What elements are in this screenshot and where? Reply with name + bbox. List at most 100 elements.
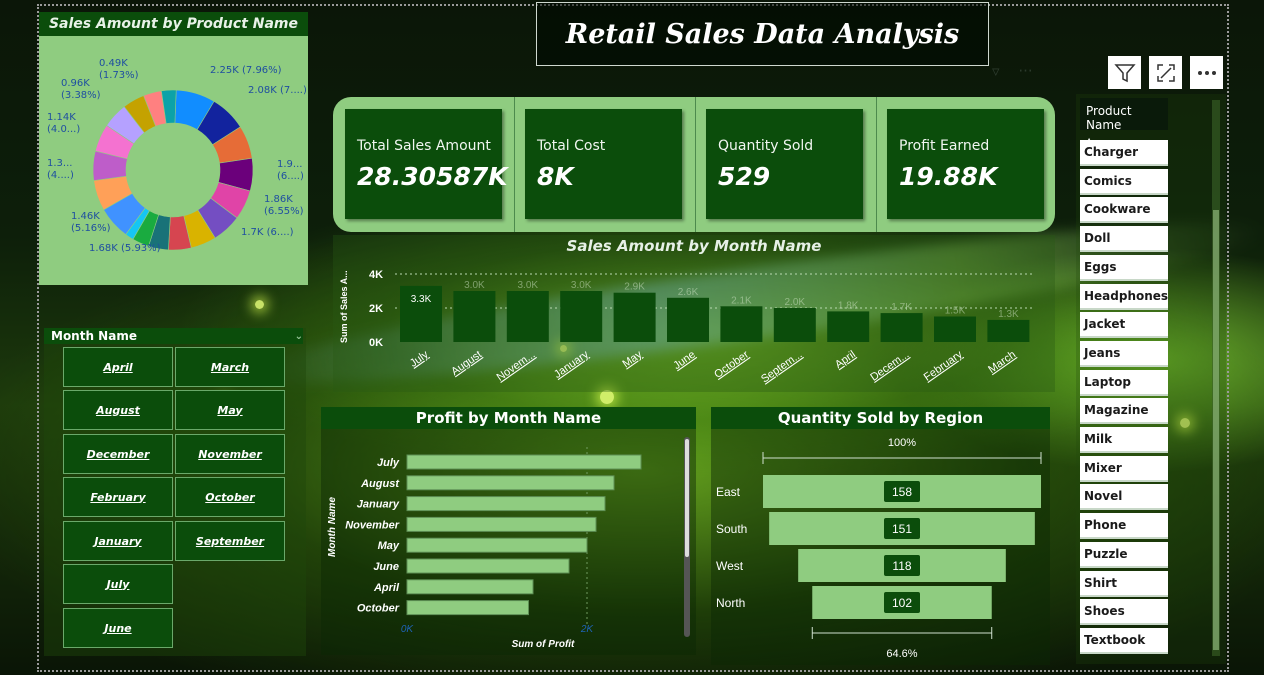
product-item-comics[interactable]: Comics xyxy=(1080,168,1168,195)
y-tick-label: November xyxy=(345,519,400,531)
bar[interactable] xyxy=(406,537,588,553)
y-tick-label: 2K xyxy=(369,303,383,315)
product-item-cookware[interactable]: Cookware xyxy=(1080,197,1168,224)
chevron-down-icon[interactable]: ⌄ xyxy=(295,331,303,342)
bar-data-label: 2.0K xyxy=(785,297,806,308)
pie-data-label: 1.68K (5.93%) xyxy=(89,243,161,254)
y-tick-label: June xyxy=(373,561,399,573)
sales-by-month-chart-card: Sales Amount by Month Name 0K 2K 4K Sum of … xyxy=(333,235,1055,392)
bar-data-label: 1.7K xyxy=(891,302,912,313)
funnel-value: 118 xyxy=(892,559,911,573)
product-item-mixer[interactable]: Mixer xyxy=(1080,455,1168,482)
bar[interactable] xyxy=(506,291,549,342)
profit-by-month-chart-card: Profit by Month Name July August January No… xyxy=(321,407,696,655)
kpi-divider xyxy=(514,97,515,232)
kpi-divider xyxy=(876,97,877,232)
month-button-march[interactable]: March xyxy=(175,347,285,387)
month-button-april[interactable]: April xyxy=(63,347,173,387)
more-options-button[interactable] xyxy=(1190,56,1223,89)
more-options-icon[interactable]: ··· xyxy=(1018,62,1032,80)
kpi-divider xyxy=(695,97,696,232)
x-axis-label: Sum of Profit xyxy=(512,639,575,650)
pie-chart-title: Sales Amount by Product Name xyxy=(39,12,308,36)
month-button-february[interactable]: February xyxy=(63,477,173,517)
month-button-may[interactable]: May xyxy=(175,390,285,430)
funnel-bottom-bracket xyxy=(811,627,993,639)
product-scrollbar-thumb[interactable] xyxy=(1213,210,1219,650)
product-item-milk[interactable]: Milk xyxy=(1080,427,1168,453)
product-item-charger[interactable]: Charger xyxy=(1080,140,1168,166)
bar[interactable] xyxy=(880,313,923,342)
product-item-puzzle[interactable]: Puzzle xyxy=(1080,541,1168,568)
product-slicer-header[interactable]: Product Name ▲ xyxy=(1080,98,1168,145)
month-button-january[interactable]: January xyxy=(63,521,173,561)
focus-mode-button[interactable] xyxy=(1149,56,1182,89)
product-item-eggs[interactable]: Eggs xyxy=(1080,254,1168,281)
product-item-jeans[interactable]: Jeans xyxy=(1080,340,1168,367)
product-item-jacket[interactable]: Jacket xyxy=(1080,312,1168,339)
month-button-june[interactable]: June xyxy=(63,608,173,648)
bar[interactable] xyxy=(406,600,529,616)
product-item-novel[interactable]: Novel xyxy=(1080,484,1168,511)
y-tick-label: January xyxy=(357,499,400,511)
month-button-december[interactable]: December xyxy=(63,434,173,474)
bar-data-label: 2.1K xyxy=(731,295,752,306)
bar[interactable] xyxy=(773,308,816,342)
bar[interactable] xyxy=(987,319,1030,342)
kpi-panel: Total Sales Amount 28.30587K Total Cost … xyxy=(333,97,1055,232)
bar[interactable] xyxy=(613,292,656,342)
x-tick-label: July xyxy=(408,348,431,369)
product-item-phone[interactable]: Phone xyxy=(1080,513,1168,540)
bar[interactable] xyxy=(406,516,597,532)
bar[interactable] xyxy=(406,475,615,491)
kpi-card-quantity-sold: Quantity Sold 529 xyxy=(706,109,863,219)
product-item-shoes[interactable]: Shoes xyxy=(1080,599,1168,626)
product-item-textbook[interactable]: Textbook xyxy=(1080,627,1168,654)
bar[interactable] xyxy=(453,291,496,342)
y-tick-label: 0K xyxy=(369,337,383,349)
sales-by-month-chart: 0K 2K 4K Sum of Sales A... 3.3K July 3.0K Augus… xyxy=(339,269,1033,385)
x-tick-label: April xyxy=(833,349,858,371)
pie-data-label: 0.49K (1.73%) xyxy=(99,58,139,81)
bar-data-label: 1.3K xyxy=(998,309,1019,320)
kpi-label: Total Cost xyxy=(537,138,606,154)
bar-data-label: 3.0K xyxy=(518,280,539,291)
filter-icon[interactable]: ▿ xyxy=(992,62,1000,80)
y-axis-label: Month Name xyxy=(327,497,338,557)
y-tick-label: July xyxy=(377,457,400,469)
pie-data-label: 1.46K (5.16%) xyxy=(71,211,111,234)
product-item-doll[interactable]: Doll xyxy=(1080,226,1168,253)
kpi-label: Quantity Sold xyxy=(718,138,814,154)
chart-scrollbar-thumb[interactable] xyxy=(685,439,689,557)
bar[interactable] xyxy=(720,306,763,342)
bar[interactable] xyxy=(827,311,870,342)
report-title: Retail Sales Data Analysis xyxy=(565,18,960,50)
bar[interactable] xyxy=(406,496,606,512)
product-item-laptop[interactable]: Laptop xyxy=(1080,369,1168,396)
month-button-october[interactable]: October xyxy=(175,477,285,517)
bar[interactable] xyxy=(934,316,976,343)
quantity-by-region-title: Quantity Sold by Region xyxy=(711,407,1050,429)
product-item-magazine[interactable]: Magazine xyxy=(1080,398,1168,425)
x-tick-label: Novem... xyxy=(495,349,538,384)
bar-data-label: 3.3K xyxy=(411,294,432,305)
product-item-headphones[interactable]: Headphones xyxy=(1080,283,1168,310)
bar[interactable] xyxy=(560,291,603,342)
bar[interactable] xyxy=(406,558,570,574)
filter-button[interactable] xyxy=(1108,56,1141,89)
bar[interactable] xyxy=(406,579,534,595)
bar[interactable] xyxy=(406,454,642,470)
quantity-by-region-funnel: 100% 158 East 151 South 118 West 102 North 64.6% xyxy=(716,437,1042,660)
bar[interactable] xyxy=(667,297,709,342)
profit-by-month-chart: July August January November May June April Oct… xyxy=(327,437,690,650)
month-button-november[interactable]: November xyxy=(175,434,285,474)
pie-data-label: 1.3... (4....) xyxy=(47,158,74,181)
month-button-september[interactable]: September xyxy=(175,521,285,561)
kpi-value: 8K xyxy=(537,162,574,191)
bar-data-label: 1.5K xyxy=(945,306,966,317)
filter-icon xyxy=(1113,63,1136,82)
product-item-shirt[interactable]: Shirt xyxy=(1080,570,1168,597)
month-slicer-header[interactable]: Month Name ⌄ xyxy=(44,328,303,344)
month-button-july[interactable]: July xyxy=(63,564,173,604)
month-button-august[interactable]: August xyxy=(63,390,173,430)
